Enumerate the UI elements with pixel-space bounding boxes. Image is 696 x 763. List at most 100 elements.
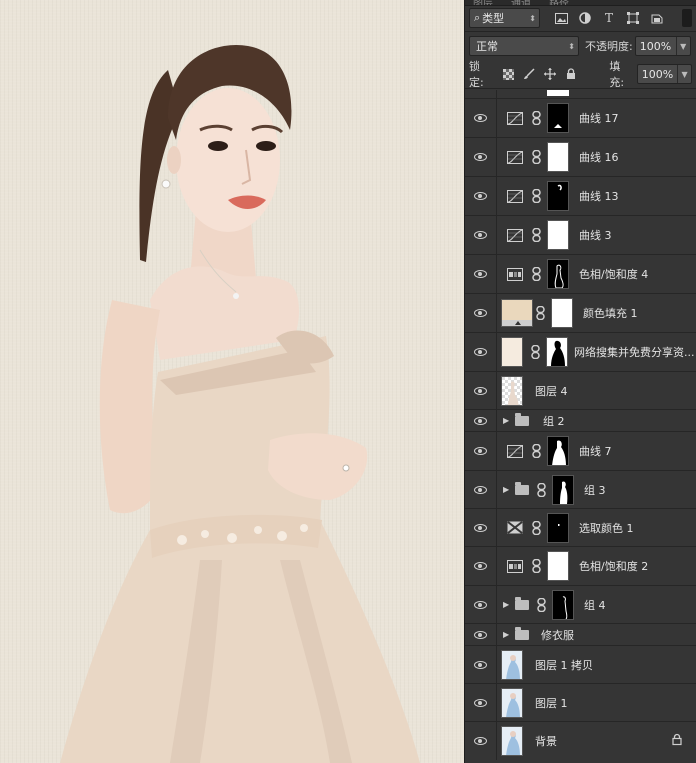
tab-channels[interactable]: 通道 (511, 0, 531, 5)
layer-name: 曲线 3 (579, 229, 612, 242)
tab-layers[interactable]: 图层 (473, 0, 493, 5)
visibility-eye-icon[interactable] (474, 416, 487, 425)
layer-row[interactable]: 曲线 7 (465, 432, 696, 471)
search-icon: ⌕ (474, 11, 481, 24)
expand-arrow-icon[interactable]: ▶ (503, 600, 513, 609)
layer-thumbnail[interactable] (501, 375, 523, 406)
visibility-eye-icon[interactable] (474, 562, 487, 570)
curves-adjustment-icon (506, 110, 524, 126)
color-fill-swatch[interactable] (501, 299, 533, 327)
layer-thumbnail[interactable] (501, 687, 523, 718)
filter-kind-select[interactable]: ⌕ 类型 ⬍ (469, 8, 540, 28)
dropdown-arrow-icon[interactable]: ▼ (677, 65, 691, 83)
layer-group-row[interactable]: ▶ 组 3 (465, 471, 696, 509)
layer-row-partial[interactable] (465, 90, 696, 99)
visibility-eye-icon[interactable] (474, 600, 487, 609)
layer-row[interactable]: 图层 1 拷贝 (465, 646, 696, 684)
visibility-eye-icon[interactable] (474, 114, 487, 122)
folder-icon (515, 626, 529, 640)
layer-row[interactable]: 曲线 17 (465, 99, 696, 138)
layer-row[interactable]: 曲线 16 (465, 138, 696, 177)
layer-row[interactable]: 图层 1 (465, 684, 696, 722)
layer-row[interactable]: 曲线 3 (465, 216, 696, 255)
link-chain-icon[interactable] (531, 267, 541, 281)
dropdown-arrow-icon[interactable]: ▼ (675, 37, 690, 55)
link-chain-icon[interactable] (531, 228, 541, 242)
visibility-eye-icon[interactable] (474, 660, 487, 669)
lock-pixels-brush-icon[interactable] (523, 68, 535, 80)
link-chain-icon[interactable] (531, 150, 541, 164)
link-chain-icon[interactable] (530, 345, 540, 359)
layer-row[interactable]: 颜色填充 1 (465, 294, 696, 333)
expand-arrow-icon[interactable]: ▶ (503, 485, 513, 494)
tab-paths[interactable]: 路径 (549, 0, 569, 5)
layer-group-row[interactable]: ▶ 修衣服 (465, 624, 696, 646)
expand-arrow-icon[interactable]: ▶ (503, 416, 513, 425)
visibility-eye-icon[interactable] (474, 270, 487, 278)
layer-row[interactable]: 网络搜集并免费分享资... (465, 333, 696, 372)
layer-mask-thumbnail[interactable] (547, 103, 569, 133)
visibility-eye-icon[interactable] (474, 447, 487, 455)
link-chain-icon[interactable] (531, 444, 541, 458)
link-chain-icon[interactable] (531, 520, 541, 535)
layer-mask-thumbnail[interactable] (547, 142, 569, 172)
link-chain-icon[interactable] (536, 597, 546, 612)
portrait-illustration (60, 44, 420, 763)
type-filter-icon[interactable]: T (602, 11, 616, 25)
visibility-eye-icon[interactable] (474, 153, 487, 161)
layer-row[interactable]: 选取颜色 1 (465, 509, 696, 547)
layer-mask-thumbnail[interactable] (551, 298, 573, 328)
blend-mode-select[interactable]: 正常 ⬍ (469, 36, 579, 56)
layer-mask-thumbnail[interactable] (547, 551, 569, 581)
layer-mask-thumbnail[interactable] (547, 220, 569, 250)
layer-mask-thumbnail[interactable] (547, 512, 569, 543)
layer-mask-thumbnail[interactable] (547, 259, 569, 289)
smart-object-filter-icon[interactable] (650, 11, 664, 25)
visibility-eye-icon[interactable] (474, 485, 487, 494)
layer-name: 组 2 (543, 414, 565, 428)
link-chain-icon[interactable] (531, 189, 541, 203)
visibility-eye-icon[interactable] (474, 386, 487, 395)
layer-thumbnail[interactable] (501, 726, 523, 756)
visibility-eye-icon[interactable] (474, 309, 487, 317)
link-chain-icon[interactable] (535, 306, 545, 320)
visibility-eye-icon[interactable] (474, 523, 487, 532)
layer-mask-thumbnail[interactable] (546, 337, 568, 367)
layer-mask-thumbnail[interactable] (547, 181, 569, 211)
layer-row[interactable]: 色相/饱和度 2 (465, 547, 696, 586)
link-chain-icon[interactable] (536, 482, 546, 497)
layer-row[interactable]: 色相/饱和度 4 (465, 255, 696, 294)
fill-field[interactable]: 100% ▼ (636, 64, 693, 84)
layer-thumbnail[interactable] (501, 649, 523, 680)
visibility-eye-icon[interactable] (474, 192, 487, 200)
layer-name: 组 3 (584, 483, 606, 497)
lock-transparent-icon[interactable] (502, 68, 514, 80)
expand-arrow-icon[interactable]: ▶ (503, 630, 513, 639)
hue-saturation-adjustment-icon (506, 266, 524, 282)
layer-mask-thumbnail[interactable] (552, 589, 574, 620)
canvas-photo[interactable] (0, 0, 464, 763)
layer-name: 曲线 17 (579, 112, 619, 125)
link-chain-icon[interactable] (531, 559, 541, 573)
layer-group-row[interactable]: ▶ 组 2 (465, 410, 696, 432)
visibility-eye-icon[interactable] (474, 737, 487, 745)
shape-filter-icon[interactable] (626, 11, 640, 25)
visibility-eye-icon[interactable] (474, 698, 487, 707)
lock-position-move-icon[interactable] (544, 68, 557, 80)
layer-mask-thumbnail[interactable] (547, 436, 569, 466)
visibility-eye-icon[interactable] (474, 231, 487, 239)
opacity-field[interactable]: 100% ▼ (634, 36, 691, 56)
layer-mask-thumbnail[interactable] (552, 474, 574, 505)
filter-toggle-switch[interactable] (682, 9, 692, 27)
layer-row[interactable]: 曲线 13 (465, 177, 696, 216)
layer-thumbnail[interactable] (501, 337, 523, 367)
layer-row-background[interactable]: 背景 (465, 722, 696, 760)
link-chain-icon[interactable] (531, 111, 541, 125)
visibility-eye-icon[interactable] (474, 348, 487, 356)
lock-all-icon[interactable] (565, 68, 577, 80)
pixel-filter-icon[interactable] (554, 11, 568, 25)
visibility-eye-icon[interactable] (474, 630, 487, 639)
layer-row[interactable]: 图层 4 (465, 372, 696, 410)
adjustment-filter-icon[interactable] (578, 11, 592, 25)
layer-group-row[interactable]: ▶ 组 4 (465, 586, 696, 624)
